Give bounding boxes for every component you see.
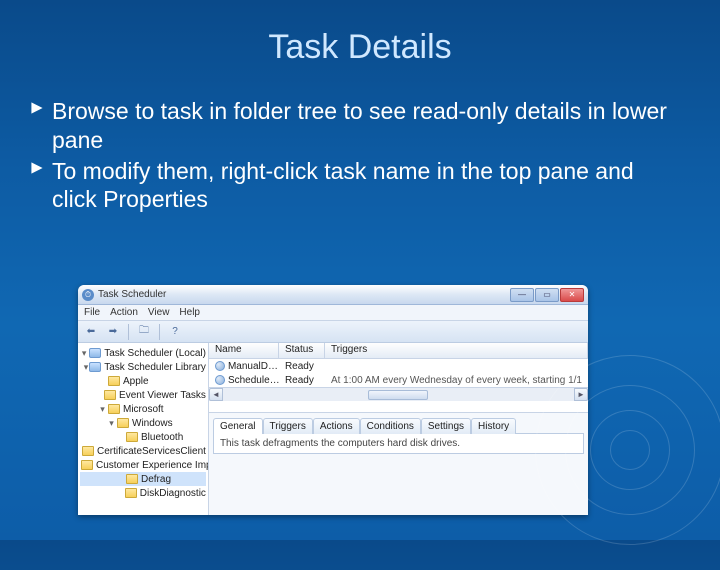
bullet-item: Browse to task in folder tree to see rea… [30, 97, 680, 155]
bullet-list: Browse to task in folder tree to see rea… [30, 97, 680, 214]
task-description: This task defragments the computers hard… [220, 438, 460, 449]
tree-label: Task Scheduler (Local) [104, 348, 206, 359]
bullet-marker-icon [30, 157, 52, 215]
forward-button[interactable]: ➡ [104, 323, 122, 341]
tree-node[interactable]: Apple [80, 374, 206, 388]
task-list[interactable]: Name Status Triggers ManualD… Ready Sche… [209, 343, 588, 413]
tree-label: Microsoft [123, 404, 164, 415]
tree-leaf[interactable]: CertificateServicesClient [80, 444, 206, 458]
collapse-icon[interactable]: ▾ [80, 348, 88, 359]
task-name: Schedule… [228, 375, 279, 386]
toolbar-separator [128, 324, 129, 340]
collapse-icon[interactable]: ▾ [84, 362, 89, 373]
folder-icon [117, 418, 129, 428]
app-icon: ⏱ [82, 289, 94, 301]
tree-windows[interactable]: ▾ Windows [80, 416, 206, 430]
refresh-button[interactable]: 🗀 [135, 323, 153, 341]
bullet-item: To modify them, right-click task name in… [30, 157, 680, 215]
maximize-button[interactable]: ▭ [535, 288, 559, 302]
slide-title: Task Details [0, 0, 720, 67]
task-scheduler-window: ⏱ Task Scheduler — ▭ ✕ File Action View … [78, 285, 588, 515]
scroll-thumb[interactable] [368, 390, 428, 400]
tree-label: DiskDiagnostic [140, 488, 206, 499]
tree-label: Bluetooth [141, 432, 183, 443]
tree-node[interactable]: Event Viewer Tasks [80, 388, 206, 402]
tree-node[interactable]: ▾ Microsoft [80, 402, 206, 416]
task-status: Ready [279, 361, 325, 372]
task-trigger: At 1:00 AM every Wednesday of every week… [325, 375, 588, 386]
tab-actions[interactable]: Actions [313, 418, 360, 434]
tree-label: Apple [123, 376, 149, 387]
folder-icon [126, 474, 138, 484]
menubar: File Action View Help [78, 305, 588, 321]
titlebar[interactable]: ⏱ Task Scheduler — ▭ ✕ [78, 285, 588, 305]
folder-icon [126, 432, 138, 442]
collapse-icon[interactable]: ▾ [107, 418, 116, 429]
menu-view[interactable]: View [148, 307, 170, 318]
bullet-text: To modify them, right-click task name in… [52, 157, 680, 215]
task-icon [215, 361, 225, 371]
tab-triggers[interactable]: Triggers [263, 418, 313, 434]
task-status: Ready [279, 375, 325, 386]
window-title: Task Scheduler [98, 289, 510, 300]
tab-history[interactable]: History [471, 418, 516, 434]
menu-help[interactable]: Help [179, 307, 200, 318]
tree-root[interactable]: ▾ Task Scheduler (Local) [80, 346, 206, 360]
minimize-button[interactable]: — [510, 288, 534, 302]
tab-general[interactable]: General [213, 418, 263, 434]
bullet-text: Browse to task in folder tree to see rea… [52, 97, 680, 155]
column-headers: Name Status Triggers [209, 343, 588, 359]
folder-icon [125, 488, 137, 498]
col-status[interactable]: Status [279, 343, 325, 358]
col-triggers[interactable]: Triggers [325, 343, 588, 358]
tab-settings[interactable]: Settings [421, 418, 471, 434]
detail-tabs: General Triggers Actions Conditions Sett… [213, 417, 584, 433]
horizontal-scrollbar[interactable]: ◄ ► [209, 387, 588, 401]
tree-label: Task Scheduler Library [104, 362, 206, 373]
tab-conditions[interactable]: Conditions [360, 418, 421, 434]
task-row[interactable]: Schedule… Ready At 1:00 AM every Wednesd… [209, 373, 588, 387]
tree-leaf[interactable]: Customer Experience Impr [80, 458, 206, 472]
menu-action[interactable]: Action [110, 307, 138, 318]
tree-label: Defrag [141, 474, 171, 485]
toolbar-separator [159, 324, 160, 340]
detail-pane: General Triggers Actions Conditions Sett… [209, 413, 588, 515]
tree-label: Event Viewer Tasks [119, 390, 206, 401]
tree-library[interactable]: ▾ Task Scheduler Library [80, 360, 206, 374]
help-button[interactable]: ? [166, 323, 184, 341]
close-button[interactable]: ✕ [560, 288, 584, 302]
tab-body: This task defragments the computers hard… [213, 433, 584, 454]
collapse-icon[interactable]: ▾ [98, 404, 107, 415]
task-name: ManualD… [228, 361, 278, 372]
folder-icon [104, 390, 116, 400]
tree-leaf[interactable]: DiskDiagnostic [80, 486, 206, 500]
bullet-marker-icon [30, 97, 52, 155]
toolbar: ⬅ ➡ 🗀 ? [78, 321, 588, 343]
scheduler-icon [89, 348, 101, 358]
tree-leaf-selected[interactable]: Defrag [80, 472, 206, 486]
folder-icon [81, 460, 93, 470]
folder-icon [108, 404, 120, 414]
folder-icon [108, 376, 120, 386]
back-button[interactable]: ⬅ [82, 323, 100, 341]
scroll-left-icon[interactable]: ◄ [209, 388, 223, 401]
task-icon [215, 375, 225, 385]
tree-leaf[interactable]: Bluetooth [80, 430, 206, 444]
tree-label: Windows [132, 418, 173, 429]
tree-label: CertificateServicesClient [97, 446, 206, 457]
scroll-right-icon[interactable]: ► [574, 388, 588, 401]
menu-file[interactable]: File [84, 307, 100, 318]
task-row[interactable]: ManualD… Ready [209, 359, 588, 373]
folder-icon [82, 446, 94, 456]
library-icon [89, 362, 101, 372]
tree-label: Customer Experience Impr [96, 460, 209, 471]
folder-tree[interactable]: ▾ Task Scheduler (Local) ▾ Task Schedule… [78, 343, 209, 515]
col-name[interactable]: Name [209, 343, 279, 358]
